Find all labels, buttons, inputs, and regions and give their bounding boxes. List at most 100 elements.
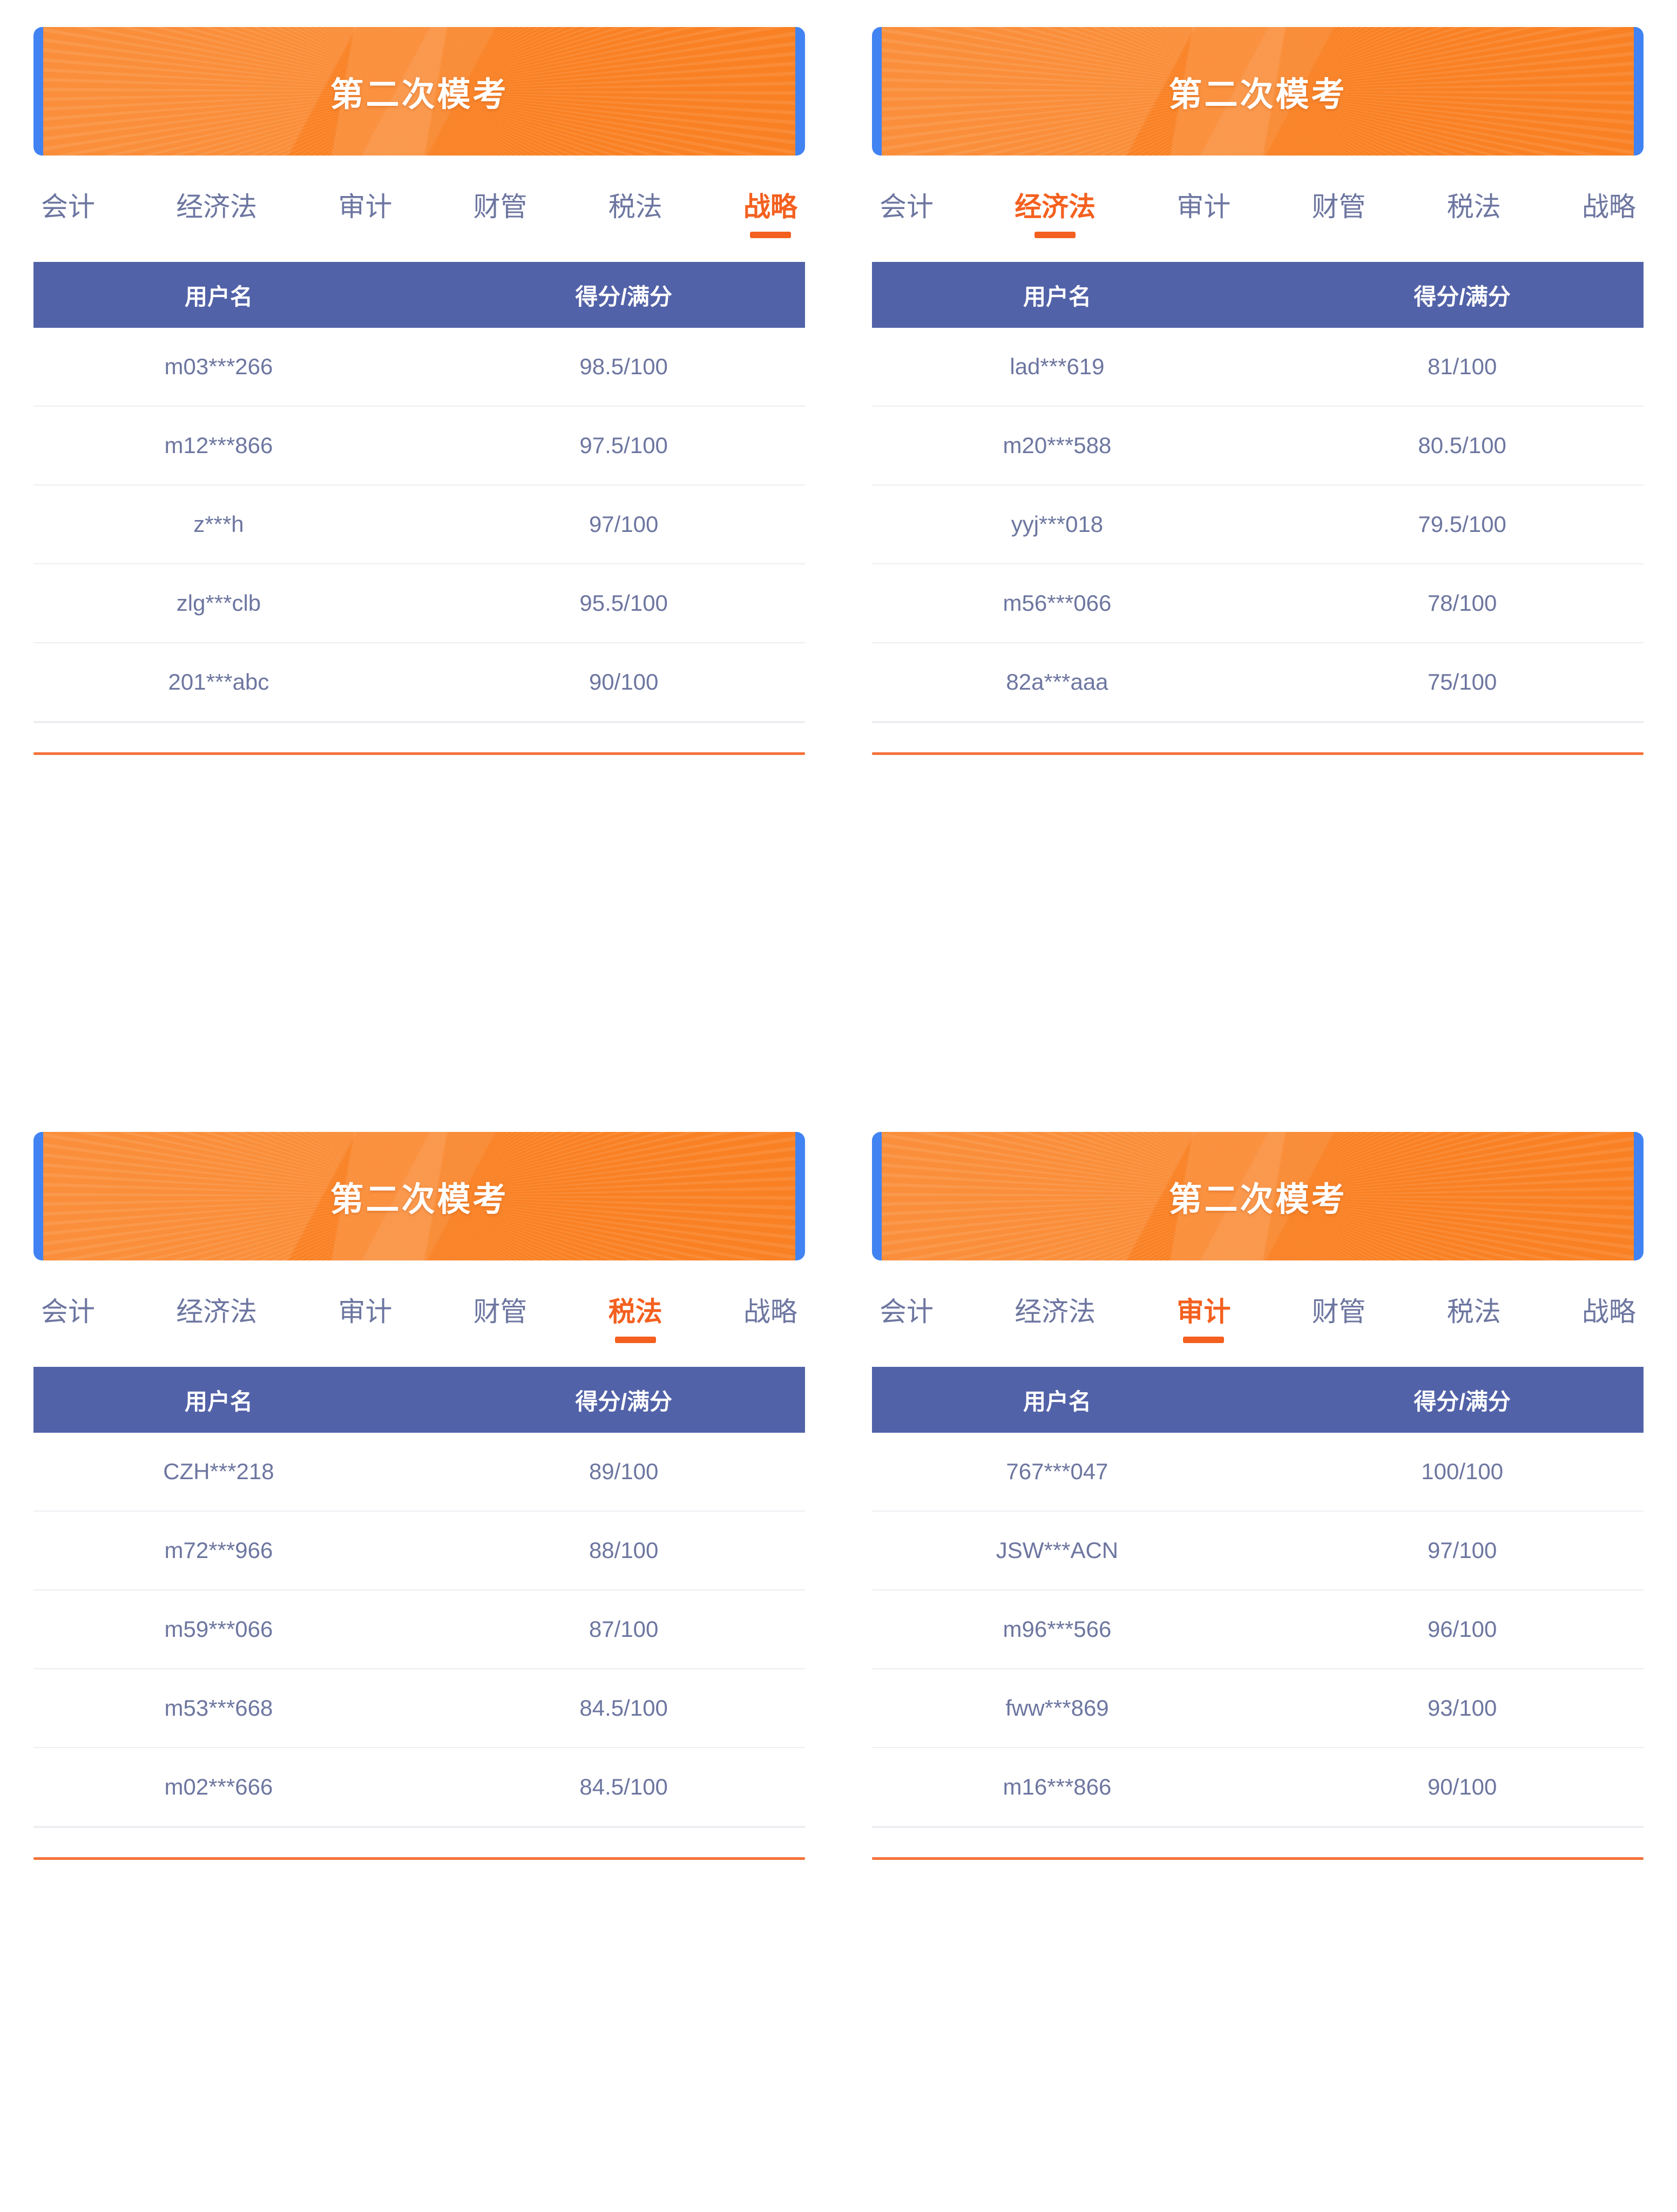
- tab-label: 会计: [880, 1297, 934, 1327]
- tab-3[interactable]: 审计: [1176, 1297, 1230, 1343]
- banner-body: 第二次模考: [43, 27, 795, 156]
- tab-label: 战略: [1581, 192, 1636, 222]
- cell-username: yyj***018: [1011, 511, 1104, 537]
- table-bottom-rule: [872, 722, 1644, 723]
- ranking-table: 用户名 得分/满分 lad***619 81/100 m20***588 80.5/100…: [872, 262, 1644, 723]
- tab-5[interactable]: 税法: [608, 192, 662, 238]
- cell-username: m03***266: [164, 354, 273, 379]
- tab-active-underline: [1034, 232, 1076, 238]
- tab-1[interactable]: 会计: [41, 192, 95, 238]
- cell-username: m56***066: [1003, 590, 1112, 616]
- tab-5[interactable]: 税法: [608, 1297, 662, 1343]
- exam-banner: 第二次模考: [872, 27, 1644, 156]
- tab-5[interactable]: 税法: [1447, 1297, 1501, 1343]
- cell-username: lad***619: [1010, 354, 1105, 379]
- table-header-row: 用户名 得分/满分: [872, 262, 1644, 328]
- column-header-username: 用户名: [184, 284, 253, 309]
- cell-score: 95.5/100: [579, 590, 668, 616]
- tab-label: 会计: [880, 192, 934, 222]
- tab-label: 会计: [41, 192, 95, 222]
- tab-label: 经济法: [1015, 192, 1096, 222]
- tab-active-underline: [48, 1337, 89, 1343]
- cell-username: m16***866: [1003, 1774, 1112, 1799]
- tab-3[interactable]: 审计: [338, 192, 392, 238]
- cell-score: 80.5/100: [1418, 433, 1506, 458]
- cell-username: CZH***218: [163, 1459, 274, 1484]
- leaderboard-grid: 第二次模考 会计 经济法 审计 财管 税法 战略 用户名 得分/满分 m03***266 98.5/…: [0, 0, 1677, 2212]
- banner-body: 第二次模考: [43, 1132, 795, 1260]
- tab-2[interactable]: 经济法: [1015, 192, 1096, 238]
- tab-3[interactable]: 审计: [338, 1297, 392, 1343]
- tab-label: 财管: [1311, 192, 1366, 222]
- table-row: lad***619 81/100: [872, 328, 1644, 407]
- tab-1[interactable]: 会计: [880, 192, 934, 238]
- tab-label: 财管: [473, 192, 528, 222]
- banner-title: 第二次模考: [330, 76, 509, 113]
- tab-label: 经济法: [1015, 1297, 1096, 1327]
- cell-score: 75/100: [1427, 669, 1497, 694]
- tab-3[interactable]: 审计: [1176, 192, 1230, 238]
- tab-label: 税法: [608, 1297, 662, 1327]
- cell-score: 100/100: [1421, 1459, 1504, 1484]
- column-header-score: 得分/满分: [575, 284, 672, 309]
- tab-active-underline: [615, 232, 656, 238]
- tab-6[interactable]: 战略: [743, 192, 797, 238]
- tab-label: 会计: [41, 1297, 95, 1327]
- tab-active-underline: [1453, 1337, 1495, 1343]
- cell-username: m59***066: [164, 1616, 273, 1642]
- panel-divider: [872, 752, 1644, 755]
- cell-score: 98.5/100: [579, 354, 668, 379]
- tab-active-underline: [750, 1337, 791, 1343]
- table-row: z***h 97/100: [33, 485, 805, 564]
- tab-active-underline: [1588, 232, 1629, 238]
- table-row: JSW***ACN 97/100: [872, 1512, 1644, 1590]
- tab-active-underline: [480, 1337, 521, 1343]
- banner-title: 第二次模考: [1168, 76, 1347, 113]
- tab-label: 税法: [1446, 1297, 1501, 1327]
- column-header-username: 用户名: [1023, 284, 1091, 309]
- tab-2[interactable]: 经济法: [176, 192, 257, 238]
- subject-tabs: 会计 经济法 审计 财管 税法 战略: [872, 192, 1644, 238]
- tab-6[interactable]: 战略: [1582, 1297, 1636, 1343]
- tab-1[interactable]: 会计: [41, 1297, 95, 1343]
- table-row: m02***666 84.5/100: [33, 1748, 805, 1827]
- tab-active-underline: [1453, 232, 1495, 238]
- tab-4[interactable]: 财管: [1312, 1297, 1366, 1343]
- tab-active-underline: [1318, 1337, 1360, 1343]
- table-row: 201***abc 90/100: [33, 643, 805, 722]
- tab-4[interactable]: 财管: [474, 1297, 528, 1343]
- tab-6[interactable]: 战略: [1582, 192, 1636, 238]
- tab-2[interactable]: 经济法: [176, 1297, 257, 1343]
- table-row: m53***668 84.5/100: [33, 1669, 805, 1748]
- ranking-table: 用户名 得分/满分 m03***266 98.5/100 m12***866 97.5/1…: [33, 262, 805, 723]
- table-row: CZH***218 89/100: [33, 1433, 805, 1512]
- cell-score: 97.5/100: [579, 433, 668, 458]
- tab-4[interactable]: 财管: [474, 192, 528, 238]
- cell-username: 201***abc: [168, 669, 269, 694]
- cell-score: 81/100: [1427, 354, 1497, 379]
- tab-active-underline: [48, 232, 89, 238]
- banner-body: 第二次模考: [882, 27, 1634, 156]
- cell-score: 97/100: [589, 511, 659, 537]
- tab-active-underline: [344, 1337, 386, 1343]
- tab-4[interactable]: 财管: [1312, 192, 1366, 238]
- exam-banner: 第二次模考: [872, 1132, 1644, 1260]
- tab-6[interactable]: 战略: [743, 1297, 797, 1343]
- subject-tabs: 会计 经济法 审计 财管 税法 战略: [33, 1297, 805, 1343]
- cell-score: 93/100: [1427, 1695, 1497, 1721]
- table-row: m16***866 90/100: [872, 1748, 1644, 1827]
- panel-divider: [33, 752, 805, 755]
- tab-active-underline: [1034, 1337, 1076, 1343]
- table-row: m72***966 88/100: [33, 1512, 805, 1590]
- tab-1[interactable]: 会计: [880, 1297, 934, 1343]
- tab-2[interactable]: 经济法: [1015, 1297, 1096, 1343]
- panel-divider: [33, 1857, 805, 1860]
- exam-panel: 第二次模考 会计 经济法 审计 财管 税法 战略 用户名 得分/满分 767***047 100/1…: [838, 1105, 1677, 2212]
- cell-username: 767***047: [1006, 1459, 1108, 1484]
- tab-5[interactable]: 税法: [1447, 192, 1501, 238]
- cell-username: 82a***aaa: [1006, 669, 1108, 694]
- exam-banner: 第二次模考: [33, 1132, 805, 1260]
- tab-active-underline: [196, 232, 237, 238]
- tab-label: 战略: [743, 1297, 797, 1327]
- column-header-score: 得分/满分: [575, 1388, 672, 1414]
